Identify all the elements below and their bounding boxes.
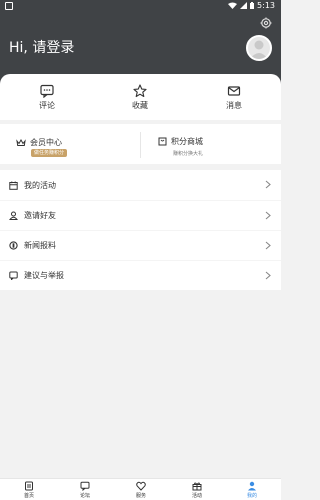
points-mall-label: 积分商城 (171, 137, 203, 146)
chevron-right-icon (265, 241, 271, 250)
mail-icon (227, 86, 241, 96)
default-avatar-icon (250, 40, 268, 59)
tab-service[interactable]: 服务 (121, 481, 161, 499)
menu-label: 建议与举报 (24, 271, 64, 280)
person-icon (9, 211, 18, 220)
tab-activity[interactable]: 活动 (177, 481, 217, 499)
crown-icon (16, 138, 26, 146)
quick-actions: 评论 收藏 消息 (0, 74, 281, 120)
user-icon (248, 481, 256, 491)
forum-icon (80, 481, 90, 491)
bottom-nav: 首页 论坛 服务 活动 我的 (0, 478, 281, 500)
news-icon (9, 241, 18, 250)
shop-icon (158, 137, 167, 146)
menu-list: 我的活动 邀请好友 新闻报料 建议与举报 (0, 170, 281, 290)
task-badge[interactable]: 做任务赚积分 (31, 149, 68, 157)
tab-label: 论坛 (79, 493, 90, 499)
comment-button[interactable]: 评论 (17, 84, 77, 111)
signal-icon (240, 2, 248, 9)
tab-label: 我的 (246, 493, 257, 499)
status-bar: 5:13 (0, 0, 281, 13)
feedback-icon (9, 271, 18, 280)
tab-label: 服务 (135, 493, 146, 499)
notification-icon (5, 2, 13, 10)
home-icon (25, 481, 33, 491)
chevron-right-icon (265, 211, 271, 220)
tab-forum[interactable]: 论坛 (65, 481, 105, 499)
avatar[interactable] (246, 35, 272, 61)
comment-icon (40, 84, 54, 98)
menu-item-activities[interactable]: 我的活动 (0, 170, 281, 200)
message-label: 消息 (226, 101, 242, 110)
message-button[interactable]: 消息 (204, 84, 264, 111)
wifi-icon (228, 2, 238, 9)
menu-item-feedback[interactable]: 建议与举报 (0, 260, 281, 290)
calendar-icon (9, 181, 18, 190)
menu-label: 新闻报料 (24, 241, 56, 250)
member-center-label: 会员中心 (30, 138, 62, 147)
points-mall[interactable]: 积分商城 (141, 124, 281, 164)
tab-label: 活动 (191, 493, 202, 499)
gift-icon (192, 482, 202, 491)
chevron-right-icon (265, 180, 271, 189)
clock: 5:13 (257, 1, 275, 10)
menu-item-news-tip[interactable]: 新闻报料 (0, 230, 281, 260)
star-icon (133, 84, 147, 98)
menu-item-invite[interactable]: 邀请好友 (0, 200, 281, 230)
battery-icon (250, 2, 255, 9)
comment-label: 评论 (39, 101, 55, 110)
tab-home[interactable]: 首页 (9, 481, 49, 499)
favorite-label: 收藏 (132, 101, 148, 110)
login-prompt[interactable]: Hi, 请登录 (9, 37, 74, 57)
settings-icon[interactable] (260, 17, 272, 29)
member-center[interactable]: 会员中心 做任务赚积分 (0, 124, 140, 164)
menu-label: 我的活动 (24, 180, 56, 190)
tab-label: 首页 (23, 493, 34, 499)
menu-label: 邀请好友 (24, 211, 56, 220)
service-icon (136, 481, 146, 491)
points-mall-subtitle: 赚积分换大礼 (173, 151, 204, 157)
member-section: 会员中心 做任务赚积分 积分商城 赚积分换大礼 (0, 124, 281, 164)
favorite-button[interactable]: 收藏 (110, 84, 170, 111)
tab-mine[interactable]: 我的 (232, 481, 272, 499)
chevron-right-icon (265, 271, 271, 280)
